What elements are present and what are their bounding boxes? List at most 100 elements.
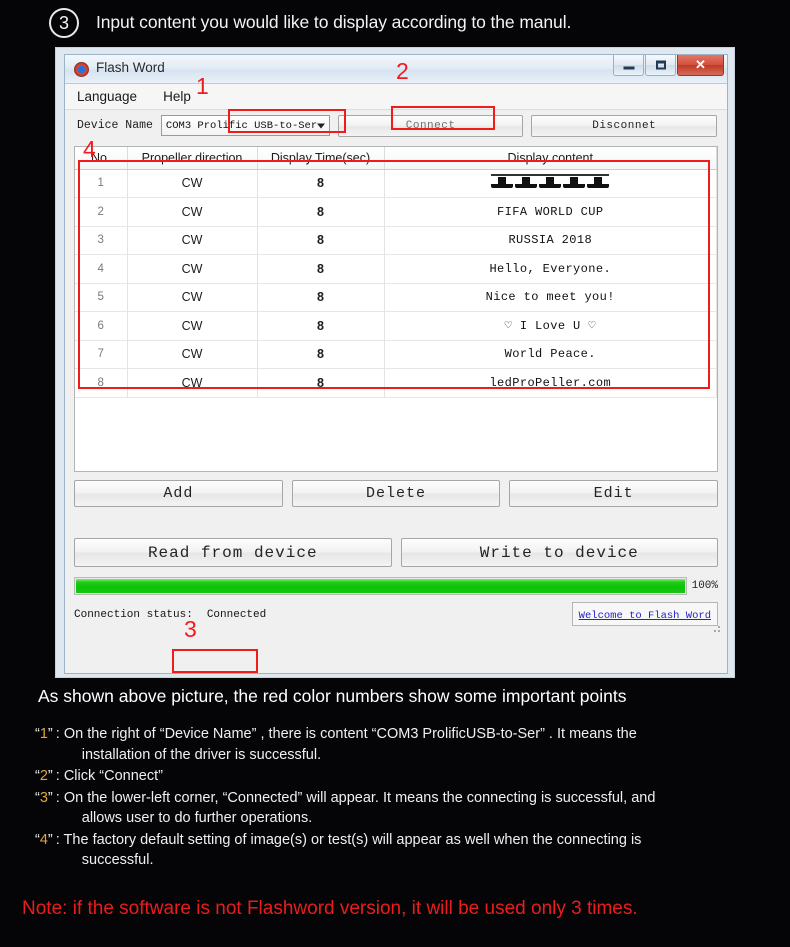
cell-content: ledProPeller.com: [384, 368, 717, 398]
connection-status-label: Connection status:: [74, 609, 193, 621]
table-row[interactable]: 4 CW 8 Hello, Everyone.: [75, 254, 717, 284]
caption-notes: “1”: On the right of “Device Name” , the…: [35, 724, 777, 872]
write-to-device-button[interactable]: Write to device: [400, 538, 718, 567]
table-row[interactable]: 5 CW 8 Nice to meet you!: [75, 283, 717, 312]
column-header-content: Display content: [384, 147, 717, 170]
progress-percent-label: 100%: [691, 580, 718, 592]
table-row[interactable]: 1 CW 8: [75, 169, 717, 198]
device-name-combo[interactable]: COM3 Prolific USB-to-Ser: [160, 115, 330, 136]
flashword-target-icon: [74, 62, 89, 77]
minimize-button[interactable]: [613, 55, 644, 76]
chevron-down-icon: [316, 123, 325, 128]
cell-direction: CW: [127, 254, 258, 284]
cell-no: 5: [75, 283, 128, 312]
connect-button[interactable]: Connect: [337, 114, 524, 137]
edit-button[interactable]: Edit: [509, 480, 719, 507]
annotation-number-2: 2: [396, 58, 409, 84]
cell-time: 8: [257, 283, 385, 312]
page-root: 3 Input content you would like to displa…: [0, 0, 790, 947]
table-row[interactable]: 3 CW 8 RUSSIA 2018: [75, 226, 717, 255]
disconnect-button[interactable]: Disconnet: [531, 114, 717, 137]
cell-content: World Peace.: [384, 340, 717, 369]
caption-note-key: “4”: [35, 831, 53, 848]
cell-content: [384, 169, 717, 198]
maximize-button[interactable]: [645, 55, 676, 76]
device-name-value: COM3 Prolific USB-to-Ser: [165, 119, 318, 132]
progress-row: 100%: [74, 577, 718, 595]
annotation-number-3: 3: [184, 616, 197, 642]
flash-word-window: Flash Word ✕ Language Help Device Name C…: [64, 54, 728, 674]
cell-no: 1: [75, 169, 128, 198]
column-header-direction: Propeller direction: [127, 147, 258, 170]
connection-status-value: Connected: [206, 609, 267, 621]
cell-direction: CW: [127, 311, 258, 341]
cell-time: 8: [257, 169, 385, 198]
table-row[interactable]: 7 CW 8 World Peace.: [75, 340, 717, 369]
column-header-time: Display Time(sec): [257, 147, 385, 170]
cell-time: 8: [257, 254, 385, 284]
caption-note-text: : The factory default setting of image(s…: [55, 831, 642, 869]
cell-no: 4: [75, 254, 128, 284]
caption-note: “3”: On the lower-left corner, “Connecte…: [35, 788, 777, 829]
cell-content: ♡ I Love U ♡: [384, 311, 717, 341]
annotation-number-4: 4: [83, 136, 96, 162]
caption-note-text: : On the lower-left corner, “Connected” …: [55, 789, 656, 827]
caption-title: As shown above picture, the red color nu…: [38, 686, 627, 706]
welcome-link-box[interactable]: Welcome to Flash Word: [571, 602, 718, 626]
caption-note-key: “2”: [35, 768, 53, 785]
cell-content: FIFA WORLD CUP: [384, 197, 717, 227]
embedded-screenshot: Flash Word ✕ Language Help Device Name C…: [55, 47, 735, 678]
cell-no: 7: [75, 340, 128, 369]
cell-no: 2: [75, 197, 128, 227]
cell-direction: CW: [127, 226, 258, 255]
cell-direction: CW: [127, 197, 258, 227]
table-row[interactable]: 2 CW 8 FIFA WORLD CUP: [75, 197, 717, 227]
cell-direction: CW: [127, 283, 258, 312]
read-from-device-button[interactable]: Read from device: [74, 538, 392, 567]
cell-content: Hello, Everyone.: [384, 254, 717, 284]
caption-note: “4”: The factory default setting of imag…: [35, 830, 777, 871]
device-name-label: Device Name: [77, 119, 153, 132]
step-header: 3 Input content you would like to displa…: [0, 0, 790, 45]
window-title: Flash Word: [96, 60, 165, 75]
device-actions: Read from device Write to device: [74, 538, 718, 567]
table-row[interactable]: 8 CW 8 ledProPeller.com: [75, 368, 717, 398]
menu-bar: Language Help: [65, 84, 727, 110]
footnote-warning: Note: if the software is not Flashword v…: [22, 898, 638, 919]
delete-button[interactable]: Delete: [291, 480, 501, 507]
table-row[interactable]: 6 CW 8 ♡ I Love U ♡: [75, 311, 717, 341]
step-number-badge: 3: [49, 7, 79, 38]
cell-no: 3: [75, 226, 128, 255]
close-icon: ✕: [695, 57, 706, 72]
cell-direction: CW: [127, 368, 258, 398]
close-button[interactable]: ✕: [677, 55, 724, 76]
menu-item-language[interactable]: Language: [77, 89, 137, 104]
cell-time: 8: [257, 311, 385, 341]
progress-fill: [76, 579, 685, 593]
status-bar: Connection status: Connected Welcome to …: [74, 602, 722, 634]
table-body: 1 CW 8 2 CW 8 FIFA WORLD CUP 3 CW 8 RUSSIA 2018 4 CW…: [75, 169, 717, 398]
step-instruction-text: Input content you would like to display …: [96, 12, 572, 32]
caption-note: “2”: Click “Connect”: [35, 766, 777, 787]
caption-note-key: “1”: [35, 726, 53, 742]
cell-direction: CW: [127, 169, 258, 198]
cell-content: RUSSIA 2018: [384, 226, 717, 255]
add-button[interactable]: Add: [74, 480, 283, 507]
caption-note-text: : Click “Connect”: [55, 768, 163, 785]
cell-time: 8: [257, 368, 385, 398]
cell-time: 8: [257, 197, 385, 227]
cell-no: 8: [75, 368, 128, 398]
row-actions: Add Delete Edit: [74, 480, 719, 507]
progress-bar: [74, 577, 687, 595]
content-table[interactable]: No. Propeller direction Display Time(sec…: [74, 146, 718, 472]
caption-note-text: : On the right of “Device Name” , there …: [55, 726, 637, 763]
cell-direction: CW: [127, 340, 258, 369]
annotation-number-1: 1: [196, 73, 209, 99]
device-row: Device Name COM3 Prolific USB-to-Ser Con…: [65, 110, 727, 141]
resize-grip-icon[interactable]: [710, 622, 722, 634]
caption-note-key: “3”: [35, 789, 53, 806]
menu-item-help[interactable]: Help: [163, 89, 191, 104]
cell-time: 8: [257, 226, 385, 255]
cell-content: Nice to meet you!: [384, 283, 717, 312]
welcome-to-flash-word-link[interactable]: Welcome to Flash Word: [579, 610, 711, 622]
